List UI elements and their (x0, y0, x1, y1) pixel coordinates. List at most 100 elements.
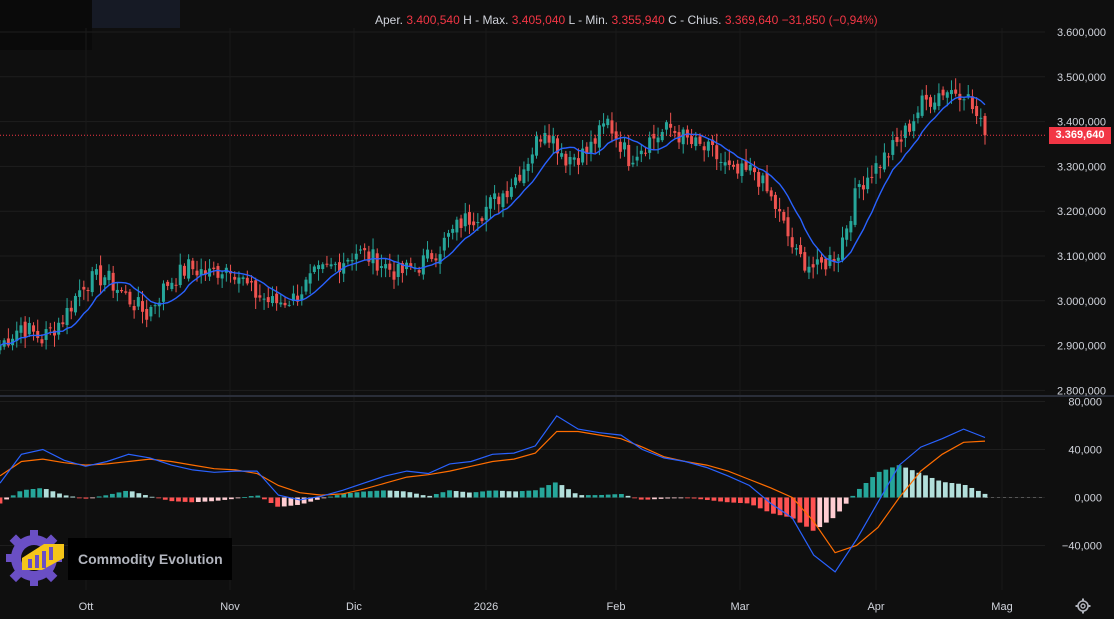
candle-body (882, 152, 886, 170)
macd-histogram-bar (156, 497, 162, 499)
candle-body (371, 249, 375, 264)
candle-body (522, 169, 526, 184)
candle-body (916, 112, 920, 119)
candle-body (786, 217, 790, 237)
macd-histogram-bar (202, 497, 208, 502)
macd-histogram-bar (870, 477, 876, 498)
candle-body (526, 163, 530, 171)
macd-histogram-bar (30, 488, 36, 498)
candle-body (115, 289, 119, 293)
candle-body (65, 308, 69, 326)
candle-body (442, 237, 446, 251)
candle-body (589, 141, 593, 153)
macd-histogram-bar (10, 495, 16, 498)
candle-body (648, 137, 652, 153)
candle-body (40, 339, 44, 344)
candle-body (593, 138, 597, 144)
macd-histogram-bar (572, 493, 578, 498)
macd-histogram-bar (863, 482, 869, 498)
candle-body (258, 295, 262, 298)
candle-body (748, 164, 752, 171)
candle-body (920, 95, 924, 116)
candle-body (262, 298, 266, 300)
candle-body (270, 296, 274, 304)
macd-histogram-bar (414, 493, 419, 498)
candle-body (245, 277, 249, 284)
chart-canvas[interactable]: 3.600,0003.500,0003.400,0003.300,0003.20… (0, 0, 1114, 619)
candle-body (727, 160, 731, 165)
candle-body (36, 330, 40, 339)
macd-histogram-bar (619, 494, 624, 498)
candle-body (170, 282, 174, 289)
macd-histogram-bar (63, 495, 69, 498)
candle-body (794, 248, 798, 250)
macd-histogram-bar (136, 493, 142, 498)
macd-histogram-bar (109, 493, 115, 498)
macd-histogram-bar (982, 493, 988, 498)
macd-histogram-bar (929, 477, 935, 498)
macd-histogram-bar (162, 497, 168, 500)
candle-body (153, 305, 157, 307)
candle-body (908, 123, 912, 132)
candle-body (509, 187, 513, 197)
candle-body (266, 297, 270, 303)
price-axis-tick-label: 2.900,000 (1057, 341, 1106, 353)
macd-axis-tick-label: 40,000 (1068, 445, 1102, 457)
macd-axis-tick-label: 80,000 (1068, 397, 1102, 409)
macd-histogram-bar (480, 491, 485, 498)
candle-body (275, 293, 279, 304)
macd-histogram-bar (856, 488, 862, 498)
candle-body (824, 258, 828, 270)
candle-body (120, 289, 124, 292)
candle-body (799, 245, 803, 255)
macd-histogram-bar (473, 492, 479, 498)
candle-body (853, 188, 857, 225)
macd-histogram-bar (685, 497, 690, 499)
candle-body (90, 271, 94, 293)
candle-body (476, 222, 480, 224)
macd-histogram-bar (704, 497, 710, 500)
macd-histogram-bar (592, 495, 598, 498)
candle-body (0, 345, 2, 351)
candle-body (392, 271, 396, 280)
candle-body (639, 150, 643, 155)
candle-body (434, 258, 438, 261)
macd-histogram-bar (817, 497, 823, 528)
macd-histogram-bar (4, 497, 10, 500)
low-label: L - Min. (568, 13, 609, 27)
candle-body (237, 277, 241, 284)
macd-histogram-bar (738, 497, 743, 503)
candle-body (354, 253, 358, 260)
macd-histogram-bar (248, 496, 254, 498)
macd-histogram-bar (228, 497, 234, 500)
time-axis-tick-label: Ott (79, 601, 94, 613)
candle-body (627, 144, 631, 167)
candle-body (576, 158, 580, 165)
candle-body (493, 193, 497, 199)
candle-body (216, 266, 220, 278)
candle-body (283, 302, 287, 306)
candle-body (752, 167, 756, 173)
candle-body (220, 274, 224, 279)
macd-histogram-bar (43, 489, 49, 498)
candle-body (778, 209, 782, 212)
macd-histogram-bar (334, 495, 340, 498)
candle-body (145, 308, 149, 320)
candle-body (535, 136, 539, 156)
gear-icon[interactable] (1075, 598, 1091, 614)
macd-histogram-bar (24, 489, 29, 498)
candle-body (86, 290, 90, 292)
time-axis-tick-label: Mag (991, 601, 1012, 613)
macd-histogram-bar (612, 494, 618, 498)
candle-body (690, 136, 694, 145)
macd-histogram-bar (215, 497, 221, 501)
macd-histogram-bar (400, 491, 406, 498)
macd-histogram-bar (96, 496, 102, 498)
candle-body (820, 257, 824, 263)
close-label: C - Chius. (668, 13, 722, 27)
macd-histogram-bar (182, 497, 188, 502)
candle-body (187, 259, 191, 279)
macd-histogram-bar (810, 497, 816, 531)
macd-histogram-bar (691, 497, 697, 499)
candle-body (861, 185, 865, 190)
